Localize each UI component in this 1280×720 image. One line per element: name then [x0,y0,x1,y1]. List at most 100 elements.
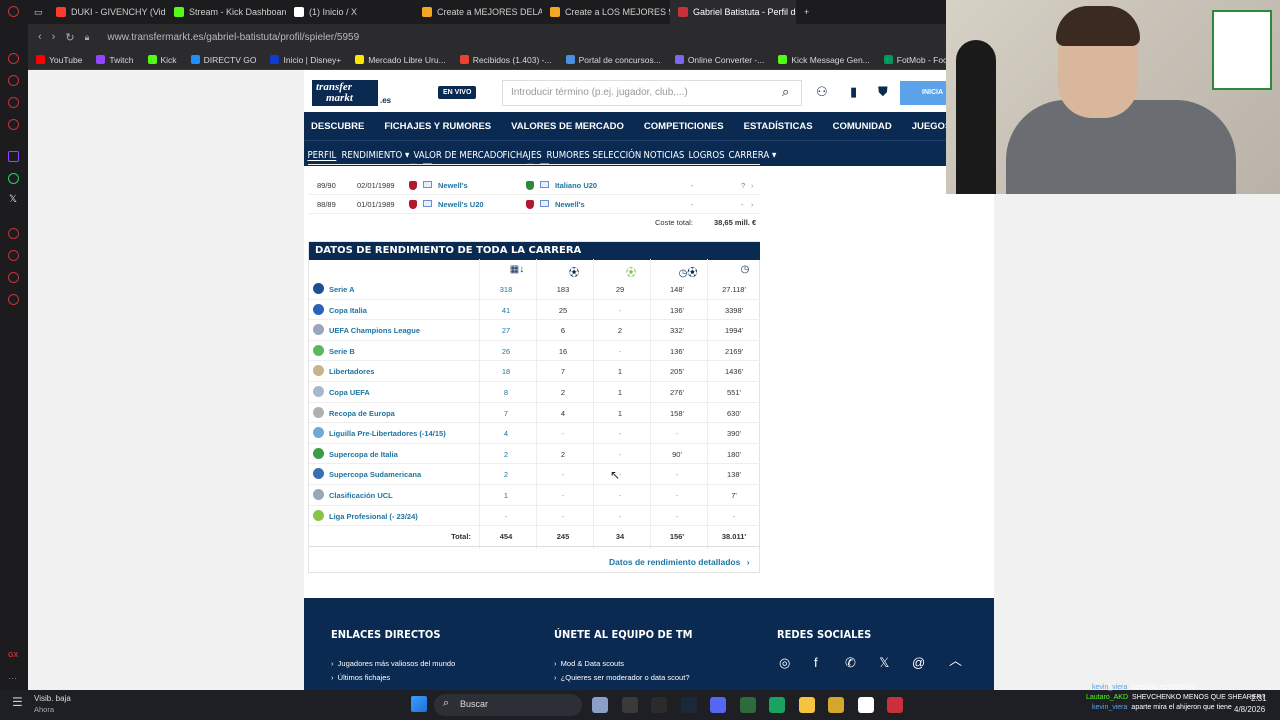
bookmark[interactable]: Online Converter -... [674,55,764,65]
competition-name[interactable]: UEFA Champions League [329,326,420,335]
taskbar-app-icon[interactable] [592,697,608,713]
footer-link[interactable]: › ¿Quieres ser moderador o data scout? [554,673,690,682]
bookmark[interactable]: Portal de concursos... [565,55,661,65]
live-badge[interactable]: EN VIVO [438,86,477,99]
stat-apps[interactable]: 4 [486,429,526,438]
assists-icon[interactable]: ⚽︎ [611,264,651,279]
transfer-to-club[interactable]: Newell's [555,200,585,209]
chevron-right-icon[interactable]: › [751,181,754,190]
whatsapp-icon[interactable] [8,173,19,184]
history-icon[interactable] [8,250,19,261]
bookmark[interactable]: Kick Message Gen... [778,55,870,65]
transfer-from-club[interactable]: Newell's U20 [438,200,484,209]
tab[interactable]: DUKI - GIVENCHY (Video C [48,0,166,24]
chevron-right-icon[interactable]: › [751,200,754,209]
new-tab-button[interactable]: + [796,0,816,24]
main-nav-item[interactable]: DESCUBRE [304,121,371,132]
stat-apps[interactable]: 41 [486,306,526,315]
stat-apps[interactable]: 2 [486,470,526,479]
taskbar-app-icon[interactable] [680,697,697,713]
competition-name[interactable]: Serie B [329,347,355,356]
bookmark[interactable]: Inicio | Disney+ [270,55,341,65]
main-nav-item[interactable]: COMUNIDAD [826,121,899,132]
competition-name[interactable]: Liguilla Pre-Libertadores (-14/15) [329,429,446,438]
footer-link[interactable]: › Jugadores más valiosos del mundo [331,659,455,668]
bookmark-icon[interactable]: ▮ [850,84,857,100]
transfer-row[interactable]: 89/90 02/01/1989 Newell's Italiano U20 -? › [308,176,760,195]
bookmark[interactable]: DIRECTV GO [190,55,256,65]
taskbar-app-icon[interactable] [769,697,785,713]
competition-name[interactable]: Clasificación UCL [329,491,393,500]
taskbar-app-icon[interactable] [828,697,844,713]
transfer-row[interactable]: 89/90 30/06/1989 Italiano U20 Newell's - - › [308,158,760,165]
bookmark[interactable]: Twitch [96,55,134,65]
facebook-icon[interactable]: f [814,655,818,670]
instagram-icon[interactable]: ◎ [779,655,790,671]
main-nav-item[interactable]: VALORES DE MERCADO [504,121,631,132]
bookmark[interactable]: Kick [147,55,177,65]
transfer-from-club[interactable]: Newell's [438,181,468,190]
transfer-row[interactable]: 88/89 01/01/1989 Newell's U20 Newell's - - › [308,195,760,214]
more-icon[interactable]: ··· [8,673,17,683]
taskbar-app-icon[interactable] [651,697,667,713]
appearances-icon[interactable]: ▦↓ [497,264,537,275]
taskbar-app-icon[interactable] [710,697,726,713]
competition-name[interactable]: Copa UEFA [329,388,370,397]
transfer-from-club[interactable]: Italiano U20 [438,163,480,164]
footer-link[interactable]: › Mod & Data scouts [554,659,624,668]
gx-icon[interactable]: GX [8,652,18,659]
sidebar-app-icon[interactable] [8,272,19,283]
transfer-to-club[interactable]: Italiano U20 [555,181,597,190]
forward-icon[interactable]: › [52,31,56,43]
goals-icon[interactable]: ⚽︎ [554,264,594,279]
stat-apps[interactable]: 26 [486,347,526,356]
x-icon[interactable]: 𝕏 [9,194,17,205]
transfer-to-club[interactable]: Newell's [555,163,585,164]
tab[interactable]: (1) Inicio / X [286,0,414,24]
competition-name[interactable]: Recopa de Europa [329,409,395,418]
competition-name[interactable]: Supercopa de Italia [329,450,398,459]
minutes-per-goal-icon[interactable]: ◷⚽︎ [668,264,708,279]
stat-apps[interactable]: 1 [486,491,526,500]
taskbar-app-icon[interactable] [857,697,874,713]
tab[interactable]: Create a LOS MEJORES 9 [542,0,670,24]
search-icon[interactable]: ⌕ [782,84,789,100]
shield-icon[interactable]: ⛊ [878,84,888,100]
taskbar-app-icon[interactable] [798,697,815,713]
domain-selector[interactable]: .es [380,96,391,105]
search-input[interactable]: Introducir término (p.ej. jugador, club,… [502,80,802,106]
sidebar-app-icon[interactable] [8,53,19,64]
whatsapp-icon[interactable]: ✆ [845,655,856,671]
windows-start-icon[interactable] [411,696,427,712]
taskbar-app-icon[interactable] [739,697,756,713]
settings-icon[interactable] [8,294,19,305]
stat-apps[interactable]: 18 [486,367,526,376]
taskbar-app-icon[interactable] [887,697,903,713]
competition-name[interactable]: Libertadores [329,367,374,376]
main-nav-item[interactable]: COMPETICIONES [637,121,731,132]
minutes-icon[interactable]: ◷ [725,264,765,275]
taskbar-search[interactable]: Buscar [434,694,582,716]
tab[interactable]: Create a MEJORES DELAN [414,0,542,24]
competition-name[interactable]: Supercopa Sudamericana [329,470,421,479]
detailed-stats-link[interactable]: Datos de rendimiento detallados › [609,557,750,567]
tab[interactable]: Stream - Kick Dashboard [166,0,286,24]
twitch-icon[interactable] [8,151,19,162]
main-nav-item[interactable]: FICHAJES Y RUMORES [377,121,498,132]
stat-apps[interactable]: 8 [486,388,526,397]
stat-apps[interactable]: 27 [486,326,526,335]
stat-apps[interactable]: 7 [486,409,526,418]
competition-name[interactable]: Copa Italia [329,306,367,315]
taskbar-app-icon[interactable] [621,697,638,713]
competition-name[interactable]: Serie A [329,285,355,294]
bookmark[interactable]: Recibidos (1.403) -... [459,55,552,65]
main-nav-item[interactable]: ESTADÍSTICAS [737,121,820,132]
back-icon[interactable]: ‹ [38,31,42,43]
weather-text[interactable]: Visib. baja [34,694,71,703]
scroll-to-top-icon[interactable]: ︿ [949,650,962,669]
stat-apps[interactable]: 2 [486,450,526,459]
sidebar-app-icon[interactable] [8,119,19,130]
login-button[interactable]: INICIA [900,81,950,105]
stat-apps[interactable]: 318 [486,285,526,294]
stat-apps[interactable]: - [486,512,526,521]
